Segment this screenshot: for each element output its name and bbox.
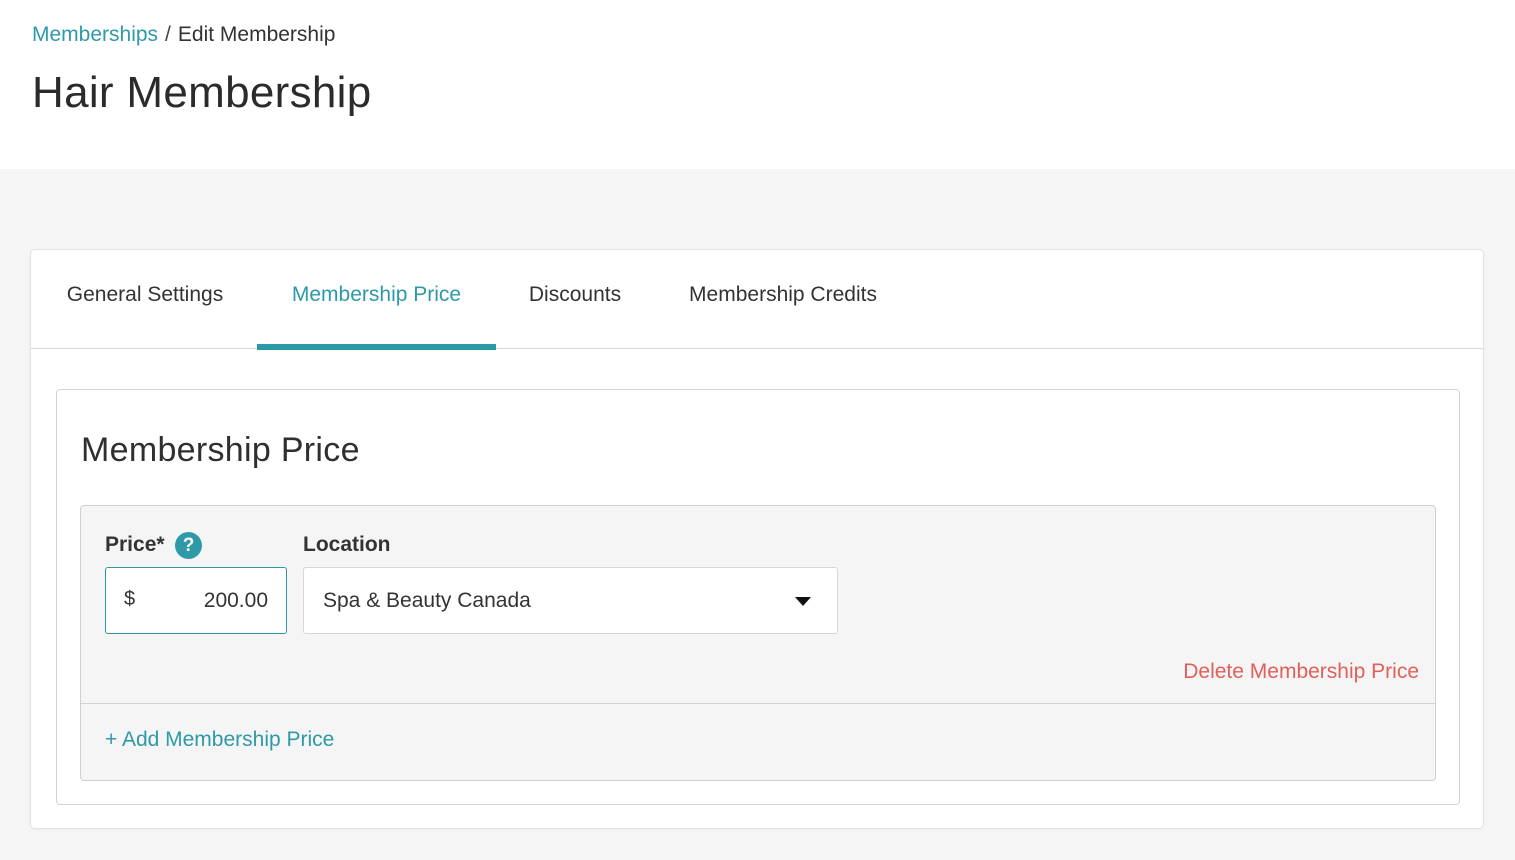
price-input[interactable]: $ 200.00 [105, 567, 287, 634]
divider [81, 703, 1435, 704]
tab-label: Membership Credits [689, 283, 877, 306]
membership-price-section: Membership Price Price* ? Location $ 200… [56, 389, 1460, 805]
location-select[interactable]: Spa & Beauty Canada [303, 567, 838, 634]
tab-label: Discounts [528, 283, 622, 306]
section-title: Membership Price [81, 431, 360, 469]
breadcrumb-memberships-link[interactable]: Memberships [32, 23, 158, 46]
breadcrumb-separator: / [165, 23, 171, 46]
page-title: Hair Membership [32, 68, 372, 117]
tab-membership-credits[interactable]: Membership Credits [685, 250, 881, 349]
add-membership-price-link[interactable]: + Add Membership Price [105, 728, 334, 752]
price-entry-panel: Price* ? Location $ 200.00 Spa & Beauty … [80, 505, 1436, 781]
membership-card: General Settings Membership Price Discou… [30, 249, 1484, 829]
tab-label: Membership Price [291, 283, 462, 306]
location-value: Spa & Beauty Canada [323, 589, 531, 612]
tab-discounts[interactable]: Discounts [527, 250, 623, 349]
caret-down-icon [795, 597, 811, 606]
price-value: 200.00 [203, 589, 268, 612]
page-header: Memberships / Edit Membership Hair Members… [0, 0, 1515, 169]
tab-bar: General Settings Membership Price Discou… [31, 250, 1483, 350]
price-label: Price* [105, 533, 165, 556]
tab-general-settings[interactable]: General Settings [63, 250, 227, 349]
active-tab-indicator [257, 344, 496, 350]
tab-membership-price[interactable]: Membership Price [257, 250, 496, 350]
delete-membership-price-link[interactable]: Delete Membership Price [1183, 660, 1419, 684]
tab-label: General Settings [66, 283, 224, 306]
location-label: Location [303, 533, 391, 556]
breadcrumb-current: Edit Membership [177, 23, 336, 46]
currency-symbol: $ [124, 588, 136, 610]
question-icon[interactable]: ? [175, 532, 202, 559]
breadcrumb: Memberships / Edit Membership [32, 22, 335, 48]
